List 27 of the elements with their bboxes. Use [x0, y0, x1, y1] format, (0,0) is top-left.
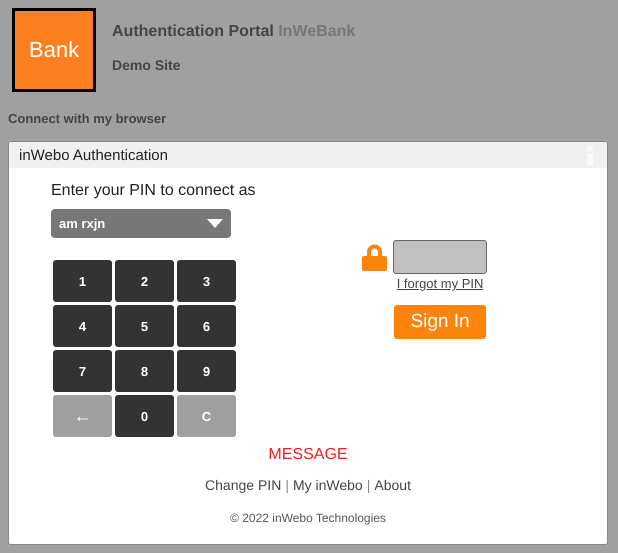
keypad-key[interactable]: 3 — [177, 260, 236, 302]
link-separator: | — [285, 477, 289, 493]
keypad-key[interactable]: 5 — [115, 305, 174, 347]
copyright: © 2022 inWebo Technologies — [229, 511, 387, 525]
status-message: MESSAGE — [267, 446, 349, 464]
forgot-pin-link[interactable]: I forgot my PIN — [396, 276, 484, 291]
keypad-key[interactable]: 1 — [53, 260, 112, 302]
keypad-key[interactable]: 4 — [53, 305, 112, 347]
footer-link[interactable]: About — [374, 477, 411, 493]
caret-icon — [207, 219, 223, 228]
keypad-key[interactable]: 6 — [177, 305, 236, 347]
link-separator: | — [366, 477, 370, 493]
footer-link[interactable]: Change PIN — [205, 477, 282, 493]
section-label: Connect with my browser — [8, 111, 168, 126]
bank-logo: Bank — [12, 8, 96, 92]
panel-title: inWebo Authentication — [19, 146, 168, 164]
keypad-key[interactable]: 8 — [115, 350, 174, 392]
site-subtitle: Demo Site — [112, 57, 182, 73]
account-dropdown[interactable]: am rxjn — [51, 209, 231, 238]
keypad-key[interactable]: 2 — [115, 260, 174, 302]
pin-prompt: Enter your PIN to connect as — [51, 182, 256, 200]
keypad-key[interactable]: 0 — [115, 395, 174, 437]
lock-icon — [362, 244, 387, 270]
footer-link[interactable]: My inWebo — [292, 477, 363, 493]
pin-field[interactable] — [392, 240, 487, 274]
keypad-key[interactable]: 7 — [53, 350, 112, 392]
keypad-key[interactable]: 9 — [177, 350, 236, 392]
